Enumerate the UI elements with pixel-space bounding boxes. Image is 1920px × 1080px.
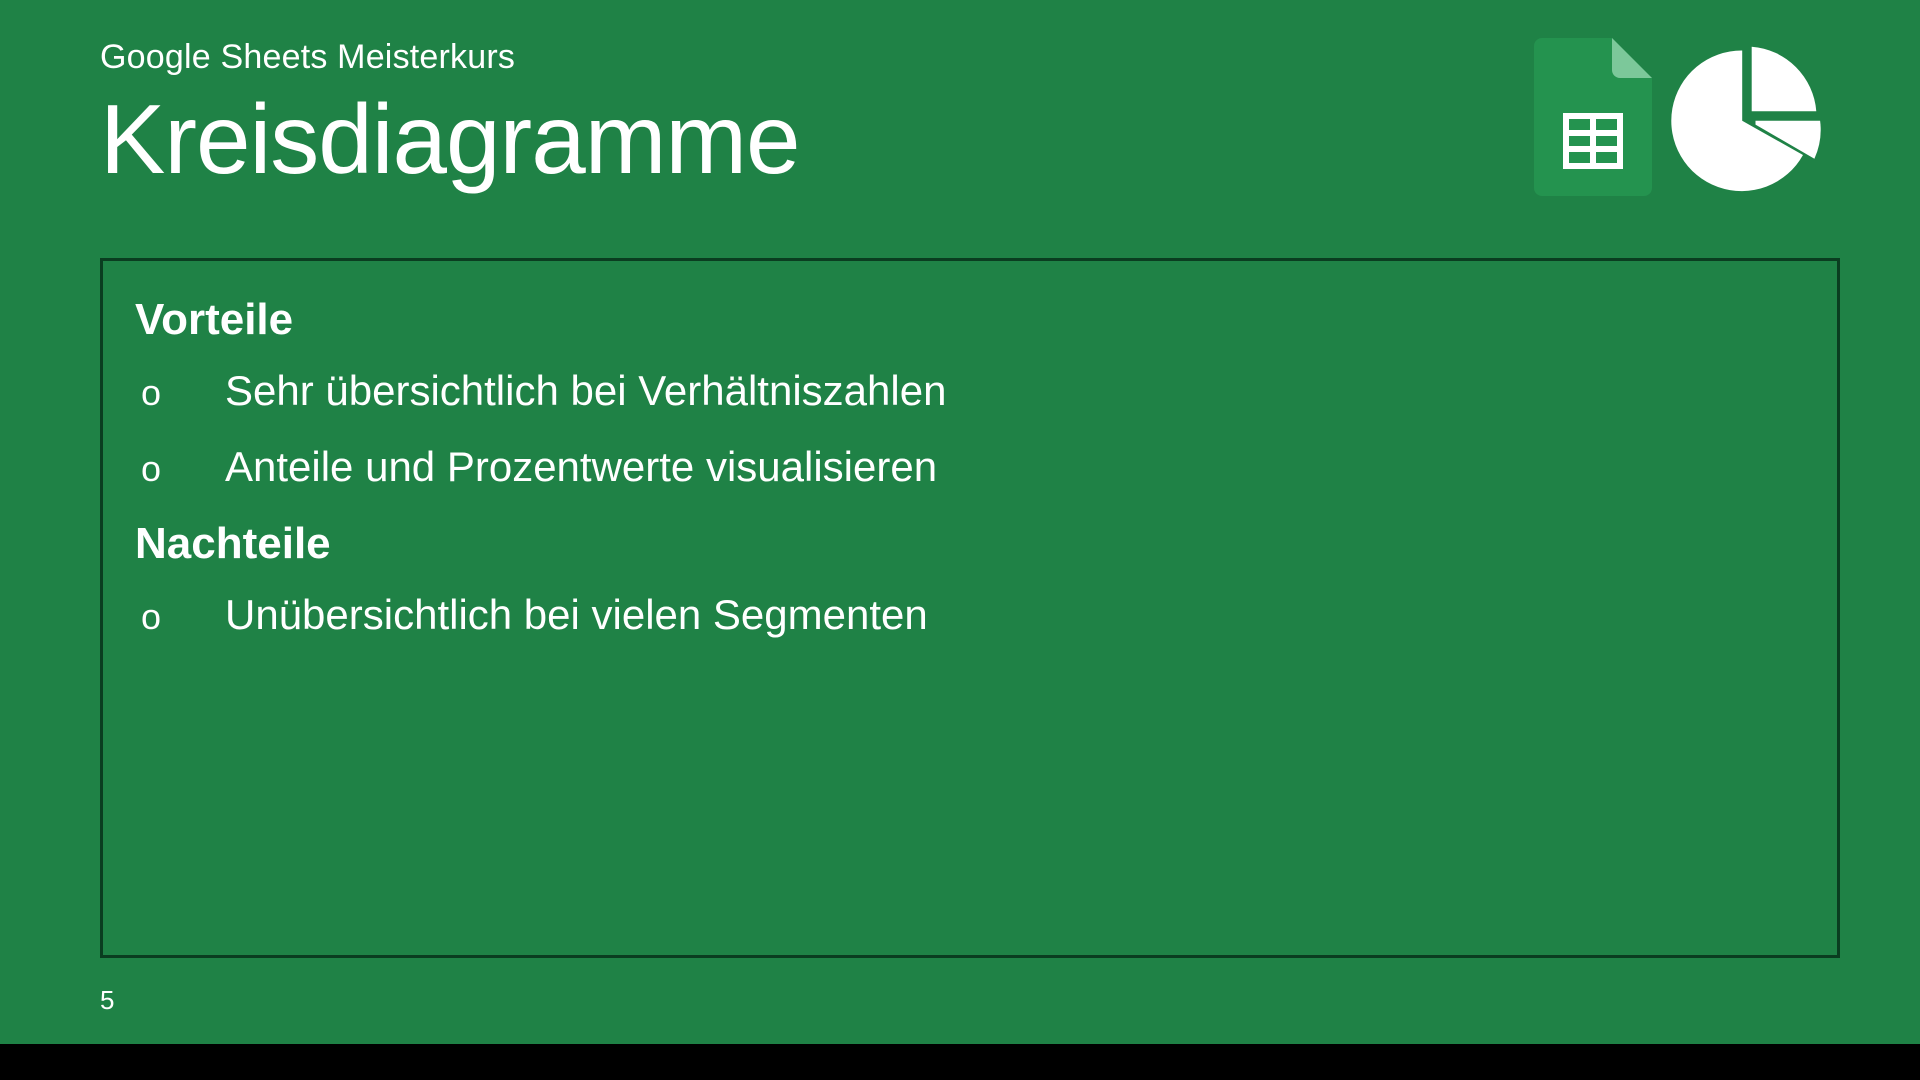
bullet-icon: o <box>141 599 171 635</box>
letterbox-bar <box>0 1044 1920 1080</box>
list-item: o Anteile und Prozentwerte visualisieren <box>135 443 1805 491</box>
bullet-text: Unübersichtlich bei vielen Segmenten <box>225 591 928 639</box>
pie-chart-icon <box>1670 41 1822 193</box>
header-icons <box>1534 38 1822 196</box>
bullet-icon: o <box>141 451 171 487</box>
advantages-heading: Vorteile <box>135 295 1805 345</box>
list-item: o Unübersichtlich bei vielen Segmenten <box>135 591 1805 639</box>
page-number: 5 <box>100 985 114 1016</box>
disadvantages-heading: Nachteile <box>135 519 1805 569</box>
bullet-icon: o <box>141 375 171 411</box>
slide: Google Sheets Meisterkurs Kreisdiagramme <box>0 0 1920 1044</box>
bullet-text: Sehr übersichtlich bei Verhältniszahlen <box>225 367 946 415</box>
google-sheets-icon <box>1534 38 1652 196</box>
list-item: o Sehr übersichtlich bei Verhältniszahle… <box>135 367 1805 415</box>
content-box: Vorteile o Sehr übersichtlich bei Verhäl… <box>100 258 1840 958</box>
bullet-text: Anteile und Prozentwerte visualisieren <box>225 443 937 491</box>
